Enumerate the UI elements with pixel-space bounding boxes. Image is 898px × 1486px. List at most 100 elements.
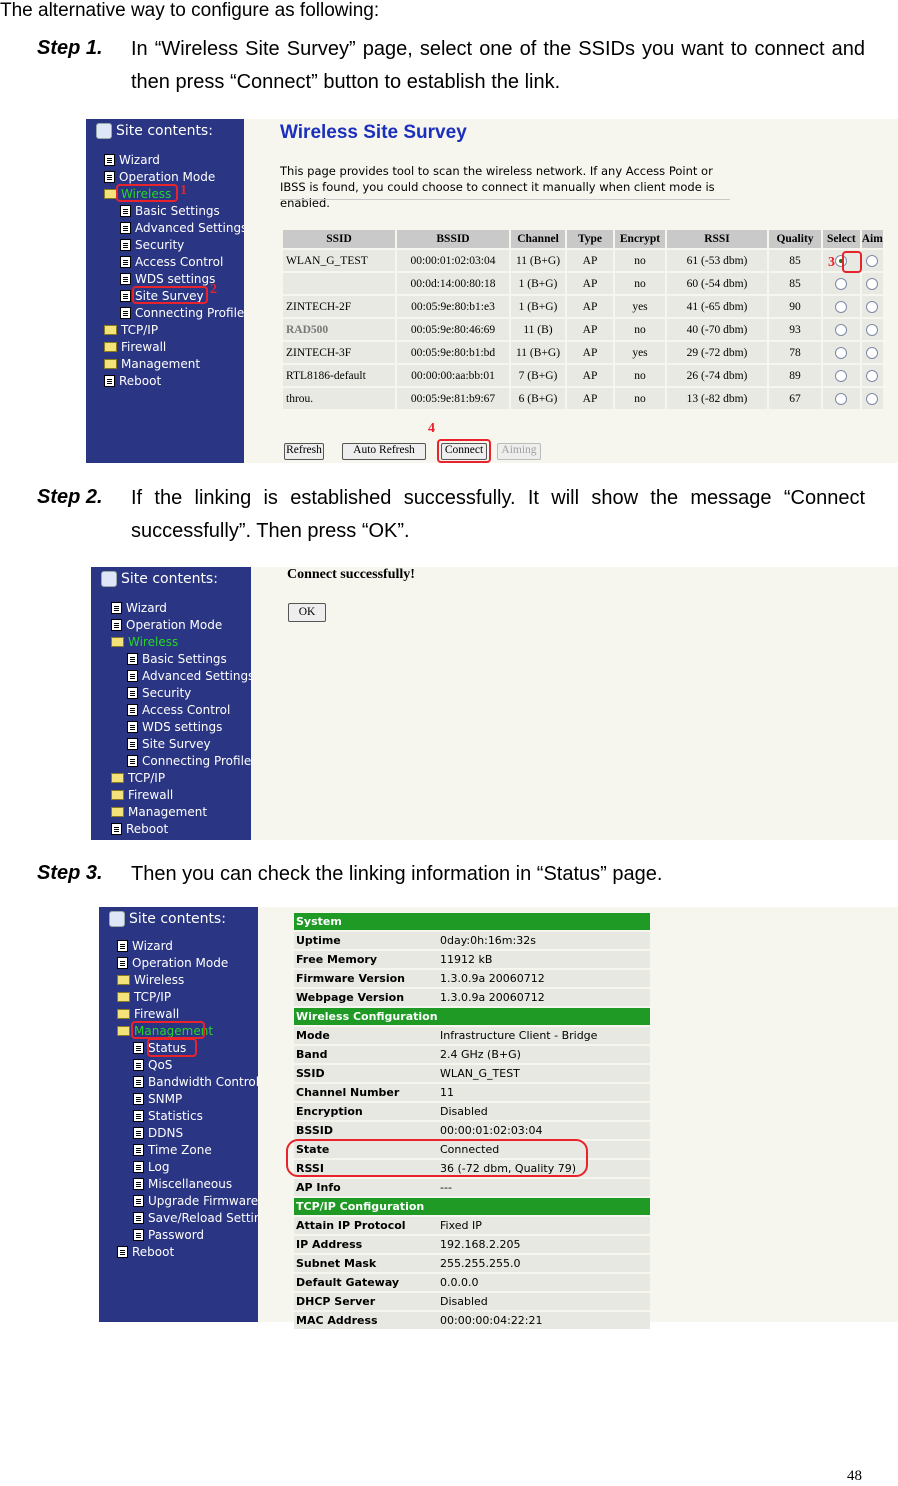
sidebar-title: Site contents: [116,123,213,139]
menu-reboot[interactable]: Reboot [111,822,168,836]
page-icon [104,154,115,166]
page-icon [133,1178,144,1190]
menu-tcpip[interactable]: TCP/IP [117,990,171,1004]
folder-icon [104,342,117,352]
page-icon [104,375,115,387]
menu-tcpip[interactable]: TCP/IP [111,771,165,785]
sidebar-title: Site contents: [121,571,218,587]
page-icon [133,1212,144,1224]
status-table: System Uptime 0day:0h:16m:32s Free Memory… [294,911,650,1331]
menu-basic-settings[interactable]: Basic Settings [120,204,220,218]
step3-label: Step 3. [37,862,103,884]
sidebar: Site contents: Wizard Operation Mode Wir… [99,907,258,1322]
menu-save-reload-setting[interactable]: Save/Reload Setting [133,1211,258,1225]
page-icon [120,307,131,319]
menu-security[interactable]: Security [120,238,184,252]
menu-advanced-settings[interactable]: Advanced Settings [120,221,244,235]
menu-management[interactable]: Management [104,357,200,371]
menu-wizard[interactable]: Wizard [104,153,160,167]
ok-button[interactable]: OK [288,603,326,622]
page-icon [127,721,138,733]
menu-management[interactable]: Management [111,805,207,819]
aim-radio[interactable] [866,346,879,359]
col-encrypt: Encrypt [615,230,665,248]
menu-time-zone[interactable]: Time Zone [133,1143,212,1157]
folder-icon [117,975,130,985]
sidebar-header: Site contents: [96,123,213,139]
menu-access-control[interactable]: Access Control [120,255,223,269]
menu-connecting-profile[interactable]: Connecting Profile [120,306,244,320]
select-radio[interactable] [835,277,848,290]
table-row: ZINTECH-2F 00:05:9e:80:b1:e3 1 (B+G) AP yes 4… [283,296,883,317]
menu-basic-settings[interactable]: Basic Settings [127,652,227,666]
table-row: Band 2.4 GHz (B+G) [294,1046,650,1063]
sidebar-header: Site contents: [101,571,218,587]
aiming-button[interactable]: Aiming [497,443,541,460]
menu-firewall[interactable]: Firewall [104,340,166,354]
menu-firewall[interactable]: Firewall [117,1007,179,1021]
page-icon [133,1093,144,1105]
select-radio[interactable] [835,392,848,405]
menu-site-survey[interactable]: Site Survey [127,737,211,751]
page-icon [127,704,138,716]
menu-wizard[interactable]: Wizard [111,601,167,615]
menu-firewall[interactable]: Firewall [111,788,173,802]
select-radio[interactable] [835,369,848,382]
menu-reboot[interactable]: Reboot [117,1245,174,1259]
highlight-box-status [147,1038,197,1057]
menu-snmp[interactable]: SNMP [133,1092,182,1106]
refresh-button[interactable]: Refresh [284,443,324,460]
menu-wds-settings[interactable]: WDS settings [127,720,222,734]
col-channel: Channel [511,230,565,248]
table-row: ZINTECH-3F 00:05:9e:80:b1:bd 11 (B+G) AP yes… [283,342,883,363]
folder-icon [104,325,117,335]
menu-ddns[interactable]: DDNS [133,1126,183,1140]
menu-reboot[interactable]: Reboot [104,374,161,388]
page-icon [111,602,122,614]
menu-operation-mode[interactable]: Operation Mode [111,618,222,632]
table-row: BSSID 00:00:01:02:03:04 [294,1122,650,1139]
select-radio[interactable] [835,300,848,313]
menu-miscellaneous[interactable]: Miscellaneous [133,1177,232,1191]
select-radio[interactable] [835,323,848,336]
aim-radio[interactable] [866,369,879,382]
page-icon [133,1042,144,1054]
menu-security[interactable]: Security [127,686,191,700]
aim-radio[interactable] [866,254,879,267]
aim-radio[interactable] [866,300,879,313]
auto-refresh-button[interactable]: Auto Refresh [342,443,426,460]
menu-upgrade-firmware[interactable]: Upgrade Firmware [133,1194,258,1208]
page-icon [117,957,128,969]
col-select: Select [823,230,860,248]
aim-radio[interactable] [866,277,879,290]
intro-text: The alternative way to configure as foll… [0,0,380,21]
menu-wireless[interactable]: Wireless [117,973,184,987]
menu-connecting-profile[interactable]: Connecting Profile [127,754,251,768]
menu-wizard[interactable]: Wizard [117,939,173,953]
menu-password[interactable]: Password [133,1228,204,1242]
aim-radio[interactable] [866,392,879,405]
menu-qos[interactable]: QoS [133,1058,172,1072]
aim-radio[interactable] [866,323,879,336]
highlight-box-wireless [116,184,178,202]
page-icon [120,239,131,251]
section-header: System [294,913,650,930]
page-icon [133,1076,144,1088]
menu-wireless[interactable]: Wireless [111,635,178,649]
menu-statistics[interactable]: Statistics [133,1109,203,1123]
menu-tcpip[interactable]: TCP/IP [104,323,158,337]
select-radio[interactable] [835,346,848,359]
menu-bandwidth-control[interactable]: Bandwidth Control [133,1075,258,1089]
page-icon [127,738,138,750]
menu-access-control[interactable]: Access Control [127,703,230,717]
table-row: RAD500 00:05:9e:80:46:69 11 (B) AP no 40 (-70… [283,319,883,340]
menu-wds-settings[interactable]: WDS settings [120,272,215,286]
table-row: RTL8186-default 00:00:00:aa:bb:01 7 (B+G) A… [283,365,883,386]
page-icon [120,273,131,285]
menu-log[interactable]: Log [133,1160,169,1174]
connect-message: Connect successfully! [287,567,415,582]
menu-advanced-settings[interactable]: Advanced Settings [127,669,251,683]
menu-operation-mode[interactable]: Operation Mode [104,170,215,184]
menu-operation-mode[interactable]: Operation Mode [117,956,228,970]
folder-icon [104,359,117,369]
